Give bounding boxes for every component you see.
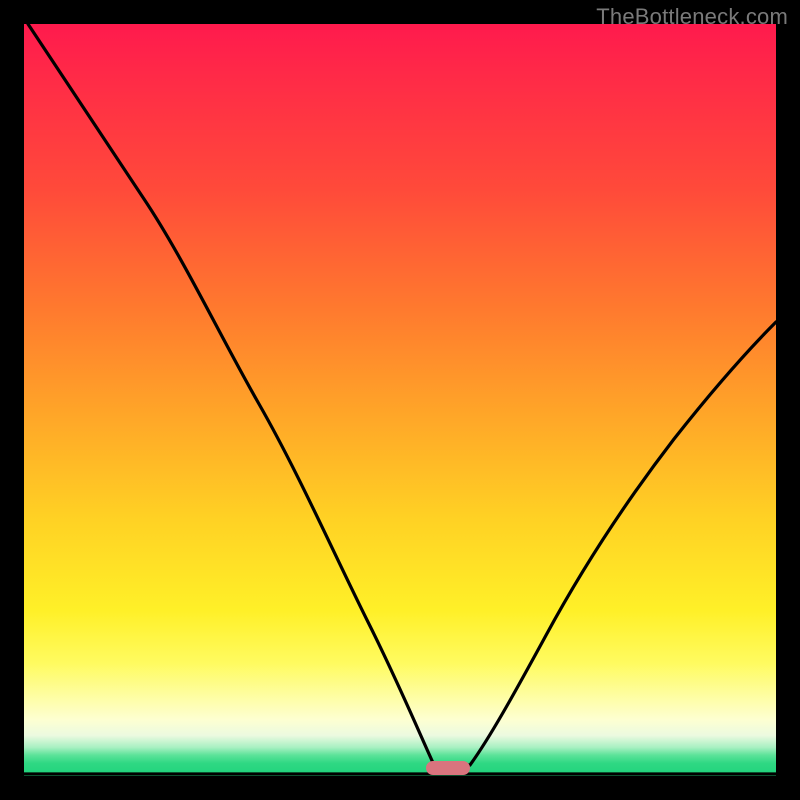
plot-area (24, 24, 776, 776)
watermark-label: TheBottleneck.com (596, 4, 788, 30)
chart-frame: TheBottleneck.com (0, 0, 800, 800)
gradient-background (24, 24, 776, 776)
